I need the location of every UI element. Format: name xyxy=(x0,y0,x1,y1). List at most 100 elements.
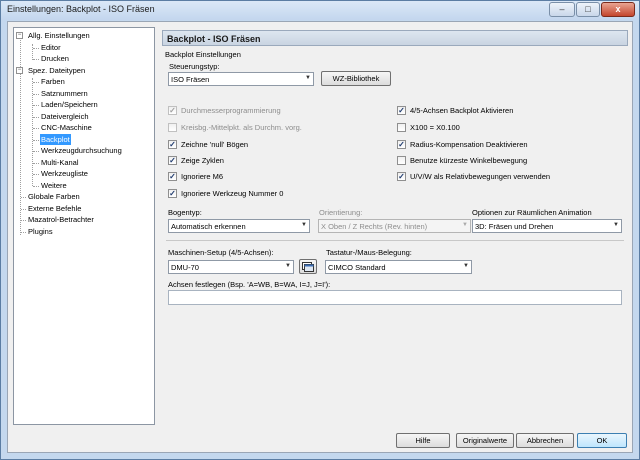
uvw-relativ-label: U/V/W als Relativbewegungen verwenden xyxy=(410,172,551,181)
chevron-down-icon: ▼ xyxy=(301,222,307,228)
maschinen-setup-value: DMU-70 xyxy=(171,263,199,272)
x100-label: X100 = X0.100 xyxy=(410,123,460,132)
achsen-backplot-checkbox[interactable]: ✓ xyxy=(397,106,406,115)
tree-item-backplot[interactable]: Backplot xyxy=(14,133,154,145)
kreisbg-mittelpkt-label: Kreisbg.-Mittelpkt. als Durchm. vorg. xyxy=(181,123,302,132)
achsen-festlegen-label: Achsen festlegen (Bsp. 'A=WB, B=WA, I=J,… xyxy=(168,280,331,289)
tree-item-label: Editor xyxy=(41,42,61,52)
animation-label: Optionen zur Räumlichen Animation xyxy=(472,208,592,217)
chevron-down-icon: ▼ xyxy=(462,222,468,228)
tree-item-werkzeugliste[interactable]: Werkzeugliste xyxy=(14,168,154,180)
radius-kompensation-checkbox[interactable]: ✓ xyxy=(397,140,406,149)
animation-dropdown[interactable]: 3D: Fräsen und Drehen ▼ xyxy=(472,219,622,233)
tree-item-label: Satznummern xyxy=(41,88,88,98)
kuerzeste-winkelbewegung-checkbox[interactable] xyxy=(397,156,406,165)
ignoriere-werkzeug-0-checkbox[interactable]: ✓ xyxy=(168,189,177,198)
title-bar[interactable]: Einstellungen: Backplot - ISO Fräsen – □… xyxy=(1,1,639,20)
tree-item-label: Plugins xyxy=(28,226,53,236)
close-button[interactable]: x xyxy=(601,2,635,17)
tree-item-mazatrol-betrachter[interactable]: Mazatrol-Betrachter xyxy=(14,214,154,226)
zeige-zyklen-checkbox[interactable]: ✓ xyxy=(168,156,177,165)
tree-item-label: Werkzeugdurchsuchung xyxy=(41,146,122,155)
tree-item-dateivergleich[interactable]: Dateivergleich xyxy=(14,111,154,123)
tree-item-spez-dateitypen[interactable]: − Spez. Dateitypen xyxy=(14,65,154,77)
tree-item-weitere[interactable]: Weitere xyxy=(14,180,154,192)
wz-bibliothek-button[interactable]: WZ-Bibliothek xyxy=(321,71,391,86)
x100-checkbox[interactable] xyxy=(397,123,406,132)
tree-item-drucken[interactable]: Drucken xyxy=(14,53,154,65)
durchmesserprogrammierung-checkbox[interactable]: ✓ xyxy=(168,106,177,115)
group-label: Backplot Einstellungen xyxy=(165,50,241,59)
zeichne-null-boegen-checkbox[interactable]: ✓ xyxy=(168,140,177,149)
ignoriere-m6-label: Ignoriere M6 xyxy=(181,172,224,181)
zeige-zyklen-label: Zeige Zyklen xyxy=(181,156,224,165)
orientierung-value: X Oben / Z Rechts (Rev. hinten) xyxy=(321,222,428,231)
tree-item-label: Spez. Dateitypen xyxy=(28,65,86,75)
steuerungstyp-dropdown[interactable]: ISO Fräsen ▼ xyxy=(168,72,314,86)
window-title: Einstellungen: Backplot - ISO Fräsen xyxy=(7,4,155,14)
uvw-relativ-checkbox[interactable]: ✓ xyxy=(397,172,406,181)
tree-item-globale-farben[interactable]: Globale Farben xyxy=(14,191,154,203)
tree-item-label: Globale Farben xyxy=(28,192,80,201)
tastatur-value: CIMCO Standard xyxy=(328,263,386,272)
steuerungstyp-label: Steuerungstyp: xyxy=(169,62,220,71)
chevron-down-icon: ▼ xyxy=(613,222,619,228)
machine-window-button[interactable] xyxy=(299,259,317,274)
radius-kompensation-label: Radius-Kompensation Deaktivieren xyxy=(410,140,528,149)
tree-item-label: Werkzeugliste xyxy=(41,169,88,178)
tree-item-label: Weitere xyxy=(41,180,67,190)
collapse-icon[interactable]: − xyxy=(16,32,23,39)
chevron-down-icon: ▼ xyxy=(463,263,469,269)
ok-button[interactable]: OK xyxy=(577,433,627,448)
tree-item-externe-befehle[interactable]: Externe Befehle xyxy=(14,203,154,215)
steuerungstyp-value: ISO Fräsen xyxy=(171,75,210,84)
separator xyxy=(166,240,624,241)
achsen-festlegen-input[interactable] xyxy=(168,290,622,305)
minimize-button[interactable]: – xyxy=(549,2,575,17)
tree-item-multi-kanal[interactable]: Multi-Kanal xyxy=(14,157,154,169)
maximize-button[interactable]: □ xyxy=(576,2,600,17)
animation-value: 3D: Fräsen und Drehen xyxy=(475,222,554,231)
kreisbg-mittelpkt-checkbox[interactable] xyxy=(168,123,177,132)
tastatur-dropdown[interactable]: CIMCO Standard ▼ xyxy=(325,260,472,274)
tree-item-label: Mazatrol-Betrachter xyxy=(28,215,94,224)
collapse-icon[interactable]: − xyxy=(16,66,23,74)
tree-item-label: CNC-Maschine xyxy=(41,123,92,132)
maschinen-setup-label: Maschinen-Setup (4/5-Achsen): xyxy=(168,248,274,257)
tree-item-laden-speichern[interactable]: Laden/Speichern xyxy=(14,99,154,111)
bogentyp-value: Automatisch erkennen xyxy=(171,222,246,231)
ignoriere-werkzeug-0-label: Ignoriere Werkzeug Nummer 0 xyxy=(181,189,284,198)
bogentyp-label: Bogentyp: xyxy=(168,208,202,217)
achsen-backplot-label: 4/5-Achsen Backplot Aktivieren xyxy=(410,106,514,115)
zeichne-null-boegen-label: Zeichne 'null' Bögen xyxy=(181,140,249,149)
tastatur-label: Tastatur-/Maus-Belegung: xyxy=(326,248,412,257)
tree-item-label: Backplot xyxy=(40,133,71,145)
tree-item-editor[interactable]: Editor xyxy=(14,42,154,54)
tree-item-label: Externe Befehle xyxy=(28,203,82,213)
tree-item-label: Multi-Kanal xyxy=(41,157,79,167)
tree-item-farben[interactable]: Farben xyxy=(14,76,154,88)
tree-item-label: Laden/Speichern xyxy=(41,100,98,109)
chevron-down-icon: ▼ xyxy=(305,75,311,81)
tree-item-label: Dateivergleich xyxy=(41,111,89,121)
chevron-down-icon: ▼ xyxy=(285,263,291,269)
ignoriere-m6-checkbox[interactable]: ✓ xyxy=(168,172,177,181)
tree-item-satznummern[interactable]: Satznummern xyxy=(14,88,154,100)
bogentyp-dropdown[interactable]: Automatisch erkennen ▼ xyxy=(168,219,310,233)
tree-item-cnc-maschine[interactable]: CNC-Maschine xyxy=(14,122,154,134)
window-icon xyxy=(302,262,314,272)
kuerzeste-winkelbewegung-label: Benutze kürzeste Winkelbewegung xyxy=(410,156,528,165)
settings-window: Einstellungen: Backplot - ISO Fräsen – □… xyxy=(0,0,640,460)
orientierung-label: Orientierung: xyxy=(319,208,363,217)
maschinen-setup-dropdown[interactable]: DMU-70 ▼ xyxy=(168,260,294,274)
dialog-client-area: − Allg. Einstellungen Editor Drucken − S… xyxy=(7,21,633,453)
panel-header: Backplot - ISO Fräsen xyxy=(162,30,628,46)
abbrechen-button[interactable]: Abbrechen xyxy=(516,433,574,448)
settings-tree[interactable]: − Allg. Einstellungen Editor Drucken − S… xyxy=(13,27,155,425)
originalwerte-button[interactable]: Originalwerte xyxy=(456,433,514,448)
tree-item-plugins[interactable]: Plugins xyxy=(14,226,154,238)
hilfe-button[interactable]: Hilfe xyxy=(396,433,450,448)
tree-item-allg-einstellungen[interactable]: − Allg. Einstellungen xyxy=(14,30,154,42)
orientierung-dropdown[interactable]: X Oben / Z Rechts (Rev. hinten) ▼ xyxy=(318,219,471,233)
tree-item-werkzeugdurchsuchung[interactable]: Werkzeugdurchsuchung xyxy=(14,145,154,157)
